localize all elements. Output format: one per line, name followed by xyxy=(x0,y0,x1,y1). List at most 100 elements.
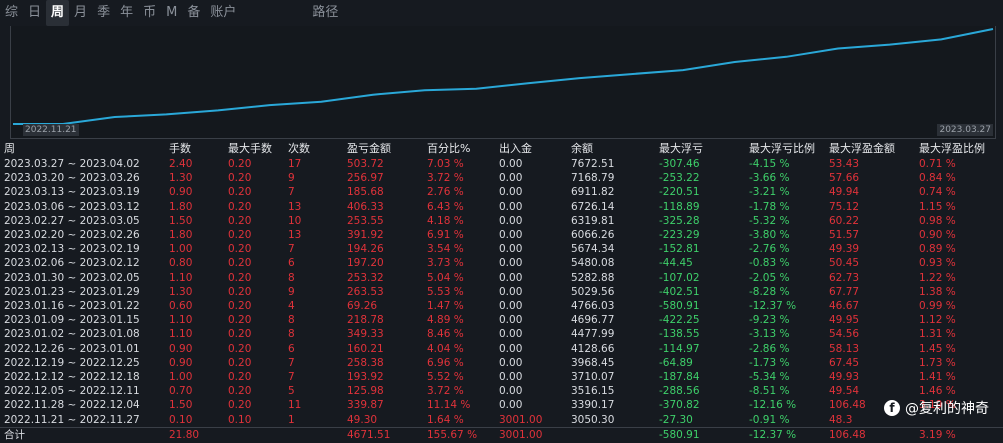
table-cell: 2023.03.06 ~ 2023.03.12 xyxy=(4,200,140,213)
table-cell: -253.22 xyxy=(659,172,700,185)
table-cell: -9.23 % xyxy=(749,314,790,327)
table-cell: 1 xyxy=(288,413,295,426)
column-header-0[interactable]: 周 xyxy=(0,140,165,157)
table-cell: 58.13 xyxy=(829,342,860,355)
table-cell: 0.20 xyxy=(228,356,252,369)
table-row: 2022.11.21 ~ 2022.11.27 0.10 0.10 1 49.30 1.6… xyxy=(0,413,1003,428)
column-header-8[interactable]: 最大浮亏 xyxy=(655,140,745,157)
tab-2[interactable]: 周 xyxy=(46,0,70,26)
table-cell: 5029.56 xyxy=(571,285,615,298)
table-cell: 6726.14 xyxy=(571,200,615,213)
table-cell: 339.87 xyxy=(347,399,384,412)
table-cell: 0.84 % xyxy=(919,172,956,185)
total-cell xyxy=(284,426,343,443)
table-cell: 2022.11.28 ~ 2022.12.04 xyxy=(4,399,140,412)
table-cell: 406.33 xyxy=(347,200,384,213)
column-header-9[interactable]: 最大浮亏比例 xyxy=(745,140,825,157)
table-cell: 0.80 xyxy=(169,257,193,270)
tab-6[interactable]: 币 xyxy=(138,0,161,26)
column-header-10[interactable]: 最大浮盈金额 xyxy=(825,140,915,157)
table-cell: 0.00 xyxy=(499,257,523,270)
table-cell: 8 xyxy=(288,328,295,341)
table-cell: 0.00 xyxy=(499,158,523,170)
table-cell: 194.26 xyxy=(347,243,384,256)
table-cell: -3.21 % xyxy=(749,186,790,199)
table-cell: 3.73 % xyxy=(427,257,464,270)
table-cell: 5.53 % xyxy=(427,285,464,298)
column-header-2[interactable]: 最大手数 xyxy=(224,140,284,157)
table-cell: -0.91 % xyxy=(749,413,790,426)
table-cell: 0.00 xyxy=(499,314,523,327)
tab-7[interactable]: M xyxy=(161,0,182,26)
total-row: 合计 21.80 4671.51 155.67 % 3001.00 -580.91 -12.… xyxy=(0,426,1003,443)
table-cell: 391.92 xyxy=(347,229,384,242)
tab-5[interactable]: 年 xyxy=(115,0,138,26)
table-cell: -118.89 xyxy=(659,200,700,213)
table-cell: 7 xyxy=(288,371,295,384)
table-cell: 0.70 xyxy=(169,385,193,398)
table-cell: 0.00 xyxy=(499,243,523,256)
table-cell: -1.73 % xyxy=(749,356,790,369)
table-cell: 4 xyxy=(288,300,295,313)
table-cell: 1.64 % xyxy=(427,413,464,426)
table-cell: -288.56 xyxy=(659,385,700,398)
table-cell: 7 xyxy=(288,243,295,256)
table-cell: 3001.00 xyxy=(499,413,543,426)
tab-0[interactable]: 综 xyxy=(0,0,23,26)
column-header-4[interactable]: 盈亏金额 xyxy=(343,140,423,157)
table-cell: 1.10 xyxy=(169,328,193,341)
tab-4[interactable]: 季 xyxy=(92,0,115,26)
table-cell: 0.74 % xyxy=(919,186,956,199)
table-cell: -152.81 xyxy=(659,243,700,256)
table-cell: 503.72 xyxy=(347,158,384,170)
table-row: 2022.12.12 ~ 2022.12.18 1.00 0.20 7 193.92 5.… xyxy=(0,370,1003,384)
table-cell: 60.22 xyxy=(829,214,860,227)
table-cell: 125.98 xyxy=(347,385,384,398)
table-cell: 2.76 % xyxy=(427,186,464,199)
table-cell: 0.93 % xyxy=(919,257,956,270)
table-cell: 57.66 xyxy=(829,172,860,185)
column-header-7[interactable]: 余额 xyxy=(567,140,655,157)
tab-1[interactable]: 日 xyxy=(23,0,46,26)
table-cell: 0.89 % xyxy=(919,243,956,256)
table-cell: -3.13 % xyxy=(749,328,790,341)
table-cell: 6.91 % xyxy=(427,229,464,242)
table-cell: -402.51 xyxy=(659,285,700,298)
tab-10[interactable]: 路径 xyxy=(307,0,343,26)
total-cell xyxy=(567,426,655,443)
table-cell: 0.20 xyxy=(228,342,252,355)
table-cell: 3050.30 xyxy=(571,413,615,426)
column-header-11[interactable]: 最大浮盈比例 xyxy=(915,140,1003,157)
table-cell: 6066.26 xyxy=(571,229,615,242)
tab-8[interactable]: 备 xyxy=(182,0,205,26)
table-cell: 349.33 xyxy=(347,328,384,341)
column-header-1[interactable]: 手数 xyxy=(165,140,224,157)
tab-9[interactable]: 账户 xyxy=(205,0,241,26)
column-header-3[interactable]: 次数 xyxy=(284,140,343,157)
table-cell: 2023.02.13 ~ 2023.02.19 xyxy=(4,243,140,256)
table-cell: 8 xyxy=(288,271,295,284)
table-cell: 2023.02.06 ~ 2023.02.12 xyxy=(4,257,140,270)
table-cell: 1.45 % xyxy=(919,342,956,355)
table-cell: 69.26 xyxy=(347,300,378,313)
column-header-5[interactable]: 百分比% xyxy=(423,140,495,157)
table-cell: 2022.11.21 ~ 2022.11.27 xyxy=(4,413,140,426)
table-cell: 54.56 xyxy=(829,328,860,341)
table-cell: 3390.17 xyxy=(571,399,615,412)
tab-3[interactable]: 月 xyxy=(69,0,92,26)
total-cell: 155.67 % xyxy=(423,426,495,443)
table-cell: -223.29 xyxy=(659,229,700,242)
table-cell: 2023.03.20 ~ 2023.03.26 xyxy=(4,172,140,185)
column-header-6[interactable]: 出入金 xyxy=(495,140,567,157)
table-cell: 0.00 xyxy=(499,200,523,213)
table-cell: 6.43 % xyxy=(427,200,464,213)
table-cell: 0.20 xyxy=(228,200,252,213)
table-cell: -422.25 xyxy=(659,314,700,327)
table-cell: 2023.01.16 ~ 2023.01.22 xyxy=(4,300,140,313)
total-label: 合计 xyxy=(0,426,165,443)
table-cell: 1.30 xyxy=(169,285,193,298)
table-cell: -8.51 % xyxy=(749,385,790,398)
table-cell: 49.95 xyxy=(829,314,860,327)
table-cell: 253.32 xyxy=(347,271,384,284)
table-cell: 4.18 % xyxy=(427,214,464,227)
